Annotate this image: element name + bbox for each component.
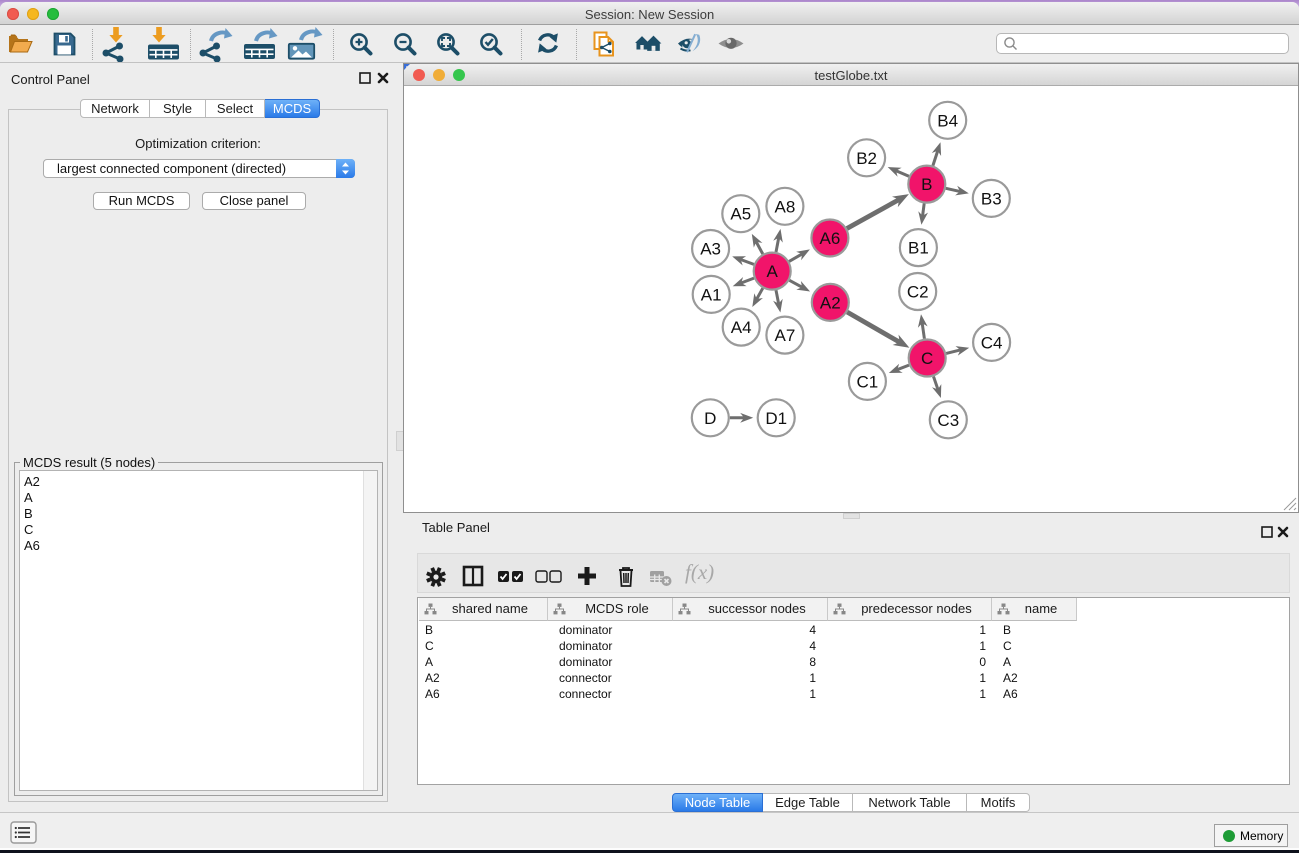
svg-text:B1: B1 (908, 239, 929, 258)
svg-text:C1: C1 (857, 372, 879, 391)
svg-text:C4: C4 (981, 333, 1003, 352)
svg-text:A3: A3 (700, 240, 721, 259)
svg-text:A4: A4 (731, 318, 752, 337)
svg-text:A7: A7 (775, 326, 796, 345)
svg-text:B4: B4 (937, 111, 958, 130)
svg-text:A2: A2 (820, 293, 841, 312)
svg-text:D: D (704, 409, 716, 428)
svg-text:C2: C2 (907, 283, 929, 302)
svg-text:A6: A6 (820, 229, 841, 248)
svg-text:B2: B2 (856, 149, 877, 168)
svg-text:B3: B3 (981, 189, 1002, 208)
svg-text:A1: A1 (701, 285, 722, 304)
svg-text:A: A (767, 262, 779, 281)
svg-text:C3: C3 (937, 411, 959, 430)
svg-text:D1: D1 (765, 409, 787, 428)
svg-text:B: B (921, 175, 932, 194)
svg-text:C: C (921, 349, 933, 368)
svg-text:A5: A5 (730, 205, 751, 224)
svg-text:A8: A8 (775, 197, 796, 216)
